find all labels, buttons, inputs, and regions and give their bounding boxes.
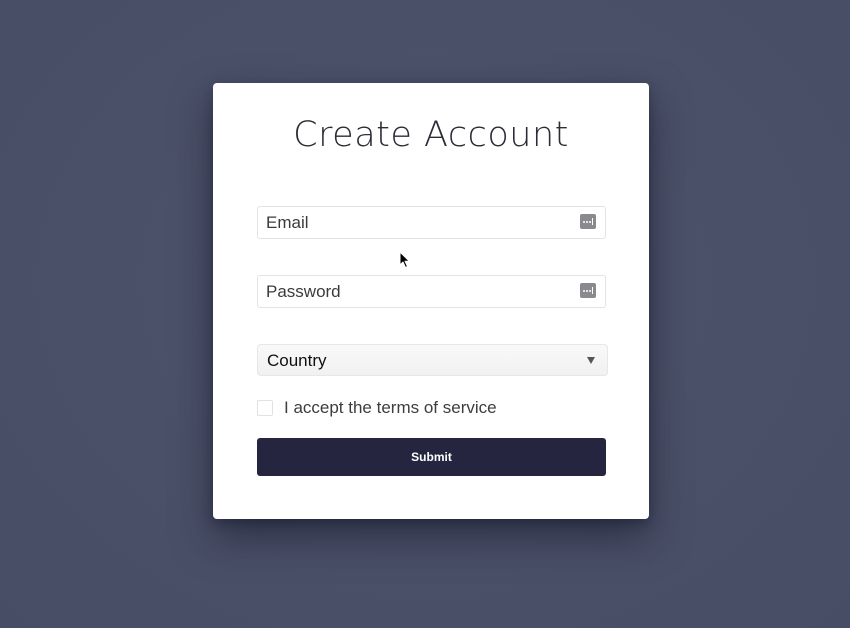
password-field[interactable] xyxy=(257,275,606,308)
terms-checkbox[interactable] xyxy=(257,400,273,416)
password-manager-key-icon[interactable] xyxy=(580,283,596,298)
password-input[interactable] xyxy=(258,276,605,307)
email-field[interactable] xyxy=(257,206,606,239)
caret-down-icon xyxy=(587,357,595,364)
signup-card: Create Account Country I accept the term… xyxy=(213,83,649,519)
terms-label[interactable]: I accept the terms of service xyxy=(284,397,497,419)
form-title: Create Account xyxy=(293,115,569,155)
country-select[interactable]: Country xyxy=(257,344,608,376)
country-select-value: Country xyxy=(267,351,327,370)
mouse-cursor-icon xyxy=(399,251,410,268)
page-background: Create Account Country I accept the term… xyxy=(0,0,850,628)
submit-button[interactable]: Submit xyxy=(257,438,606,476)
email-input[interactable] xyxy=(258,207,605,238)
password-manager-key-icon[interactable] xyxy=(580,214,596,229)
